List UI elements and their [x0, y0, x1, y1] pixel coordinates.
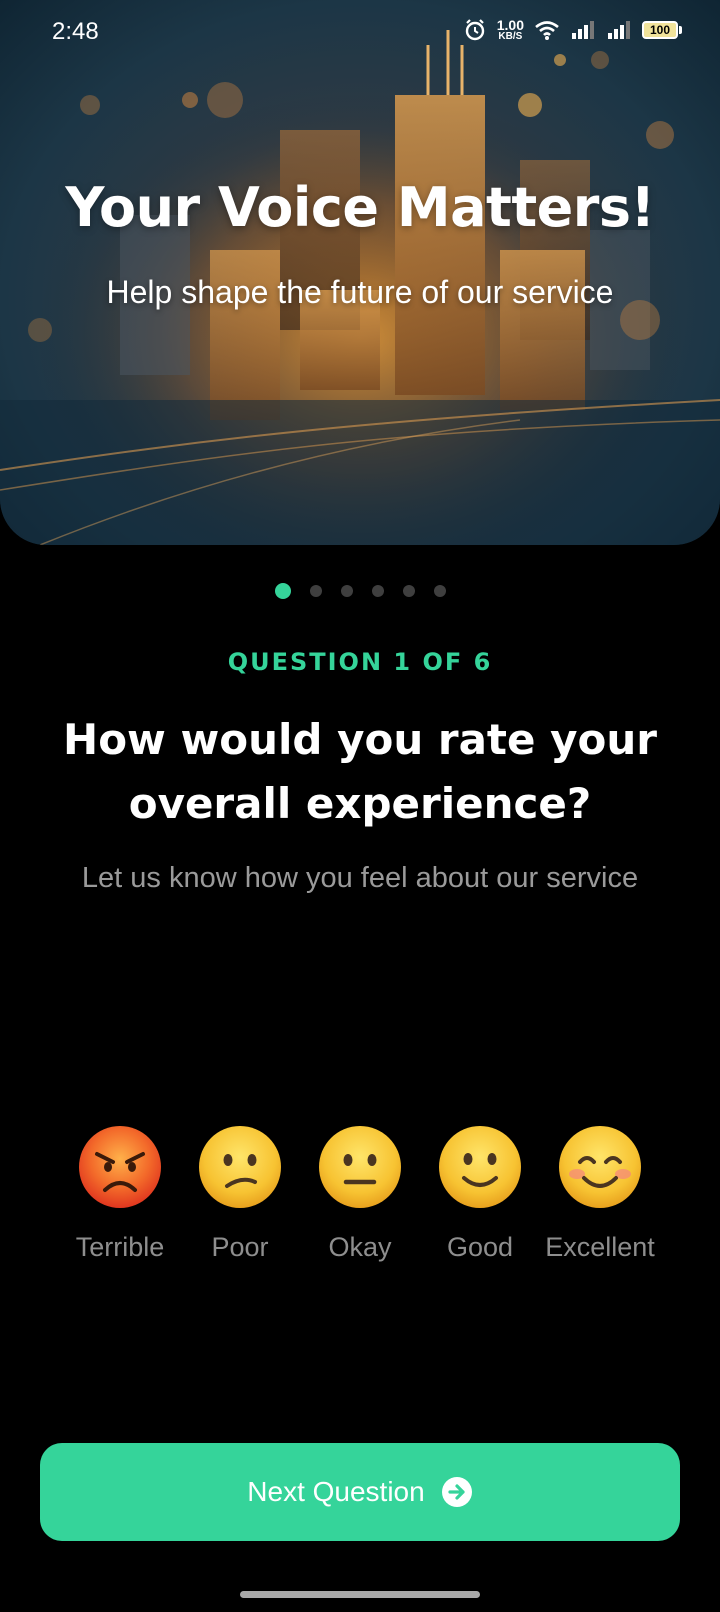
- hero-banner: Your Voice Matters! Help shape the futur…: [0, 0, 720, 545]
- progress-dot-3: [340, 585, 353, 597]
- rating-label-poor: Poor: [211, 1232, 269, 1262]
- arrow-right-circle-icon: [441, 1477, 472, 1507]
- confused-face-icon: [199, 1126, 281, 1208]
- question-subtitle: Let us know how you feel about our servi…: [81, 862, 639, 894]
- rating-option-okay[interactable]: Okay: [300, 1124, 420, 1263]
- hero-subtitle: Help shape the future of our service: [106, 274, 614, 310]
- status-bar: 2:48 1.00 KB/S 100: [0, 0, 720, 64]
- question-title: How would you rate your overall experien…: [63, 715, 657, 828]
- status-icons: 1.00 KB/S 100: [463, 18, 682, 42]
- question-counter: QUESTION 1 OF 6: [227, 648, 493, 676]
- net-speed-indicator: 1.00 KB/S: [497, 18, 524, 42]
- progress-dot-5: [402, 585, 415, 597]
- rating-options: Terrible Poor Okay Good Excellent: [0, 1124, 720, 1263]
- signal-icon: [608, 21, 630, 39]
- rating-option-excellent[interactable]: Excellent: [540, 1124, 660, 1263]
- rating-label-good: Good: [446, 1232, 514, 1262]
- progress-dot-1: [274, 583, 291, 599]
- rating-label-terrible: Terrible: [75, 1232, 165, 1262]
- rating-option-good[interactable]: Good: [420, 1124, 540, 1263]
- progress-dot-2: [309, 585, 322, 597]
- net-speed-value: 1.00: [496, 17, 524, 33]
- next-question-button[interactable]: Next Question: [40, 1443, 680, 1541]
- rating-option-poor[interactable]: Poor: [180, 1124, 300, 1263]
- wifi-icon: [535, 21, 559, 40]
- net-speed-unit: KB/S: [498, 31, 523, 42]
- slightly-smiling-face-icon: [439, 1126, 521, 1208]
- signal-icon: [572, 21, 594, 39]
- rating-label-okay: Okay: [328, 1232, 392, 1262]
- progress-dots: [0, 583, 720, 599]
- battery-level: 100: [642, 21, 678, 39]
- home-indicator[interactable]: [240, 1591, 480, 1598]
- smiling-face-with-smiling-eyes-icon: [559, 1126, 641, 1208]
- hero-title: Your Voice Matters!: [65, 176, 655, 239]
- battery-icon: 100: [642, 21, 682, 39]
- progress-dot-4: [371, 585, 384, 597]
- rating-option-terrible[interactable]: Terrible: [60, 1124, 180, 1263]
- progress-dot-6: [433, 585, 446, 597]
- rating-label-excellent: Excellent: [545, 1232, 655, 1262]
- next-question-label: Next Question: [247, 1476, 425, 1507]
- angry-face-icon: [79, 1126, 161, 1208]
- city-skyline-background-image: [0, 0, 720, 545]
- neutral-face-icon: [319, 1126, 401, 1208]
- status-time: 2:48: [52, 18, 99, 45]
- alarm-icon: [465, 19, 484, 41]
